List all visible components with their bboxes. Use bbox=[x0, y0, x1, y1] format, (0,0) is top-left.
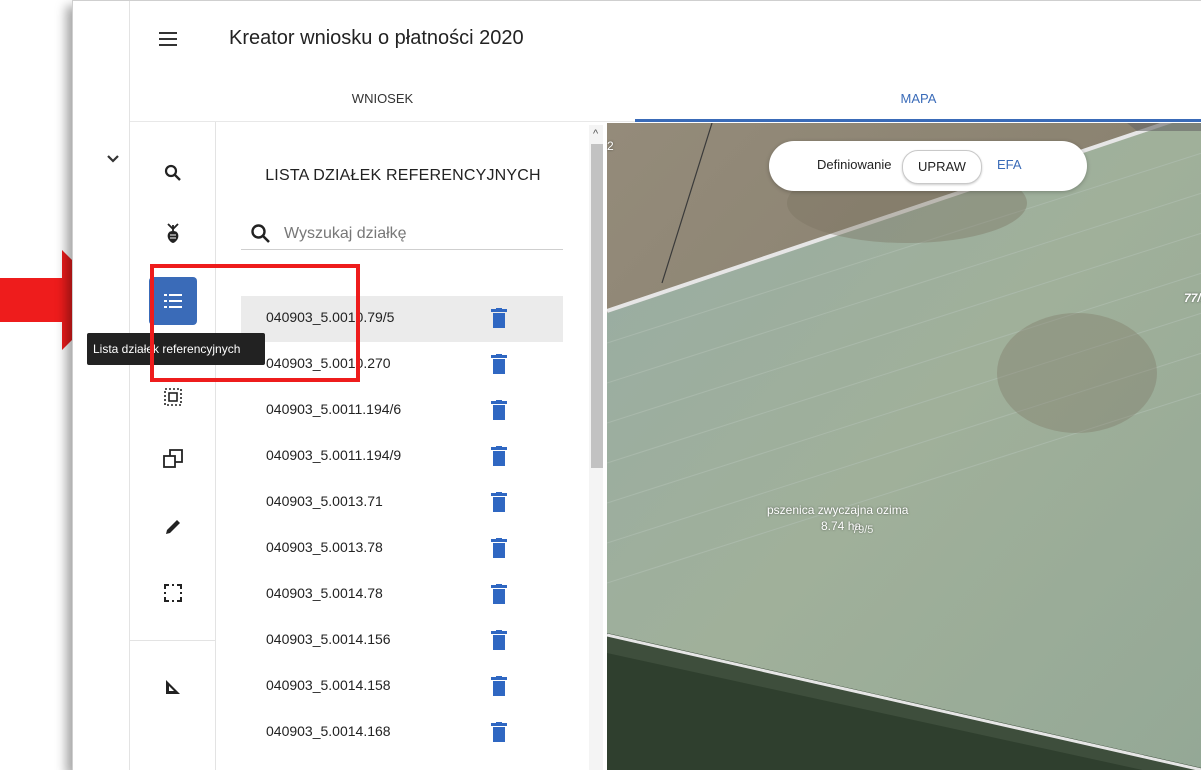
parcel-search-input[interactable] bbox=[282, 219, 556, 249]
trash-icon[interactable] bbox=[490, 676, 508, 696]
trash-icon[interactable] bbox=[490, 584, 508, 604]
app-title: Kreator wniosku o płatności 2020 bbox=[229, 27, 524, 49]
map-view[interactable]: Definiowanie UPRAW EFA 2 77/3 pszenica z… bbox=[607, 123, 1201, 770]
measure-icon bbox=[166, 680, 180, 694]
tool-crop-button[interactable] bbox=[150, 210, 196, 256]
tool-frame-button[interactable] bbox=[150, 570, 196, 616]
annotation-highlight-box bbox=[150, 264, 360, 382]
trash-icon[interactable] bbox=[490, 492, 508, 512]
tools-sidebar bbox=[130, 122, 216, 770]
trash-icon[interactable] bbox=[490, 354, 508, 374]
neighbor-parcel-label: 77/3 bbox=[1184, 291, 1201, 305]
crop-plant-icon bbox=[167, 223, 179, 243]
app-window: Kreator wniosku o płatności 2020 WNIOSEK… bbox=[72, 0, 1201, 770]
trash-icon[interactable] bbox=[490, 630, 508, 650]
parcel-crop-label: pszenica zwyczajna ozima bbox=[767, 503, 909, 517]
toggle-label: Definiowanie bbox=[817, 157, 892, 172]
list-panel-title: LISTA DZIAŁEK REFERENCYJNYCH bbox=[265, 167, 541, 184]
chevron-down-icon[interactable] bbox=[103, 149, 123, 169]
crop-efa-toggle: Definiowanie UPRAW EFA bbox=[769, 141, 1087, 191]
copy-icon bbox=[163, 449, 183, 468]
search-underline bbox=[241, 249, 563, 250]
pencil-icon bbox=[166, 520, 180, 534]
parcel-number-label: 79/5 bbox=[852, 524, 874, 536]
parcel-list-item[interactable]: 040903_5.0011.194/9 bbox=[241, 434, 563, 480]
toggle-upraw-option[interactable]: UPRAW bbox=[902, 150, 982, 184]
tab-mapa[interactable]: MAPA bbox=[635, 81, 1201, 121]
parcel-id-label: 040903_5.0014.158 bbox=[266, 677, 391, 693]
parcel-list-item[interactable]: 040903_5.0014.158 bbox=[241, 664, 563, 710]
parcel-list-item[interactable]: 040903_5.0014.168 bbox=[241, 710, 563, 756]
search-icon bbox=[164, 164, 181, 181]
parcel-list-item[interactable]: 040903_5.0011.194/6 bbox=[241, 388, 563, 434]
trash-icon[interactable] bbox=[490, 400, 508, 420]
tab-wniosek[interactable]: WNIOSEK bbox=[130, 81, 635, 121]
trash-icon[interactable] bbox=[490, 722, 508, 742]
menu-icon[interactable] bbox=[157, 29, 181, 49]
parcel-id-label: 040903_5.0013.71 bbox=[266, 493, 383, 509]
tools-separator bbox=[130, 640, 215, 641]
search-icon bbox=[251, 224, 270, 243]
parcel-id-label: 040903_5.0011.194/6 bbox=[266, 401, 402, 417]
trash-icon[interactable] bbox=[490, 538, 508, 558]
scroll-up-icon[interactable]: ^ bbox=[593, 128, 598, 140]
aerial-imagery bbox=[607, 123, 1201, 770]
parcel-list-item[interactable]: 040903_5.0014.78 bbox=[241, 572, 563, 618]
trash-icon[interactable] bbox=[490, 446, 508, 466]
tool-search-button[interactable] bbox=[150, 150, 196, 196]
parcel-id-label: 040903_5.0013.78 bbox=[266, 539, 383, 555]
selection-frame-icon bbox=[164, 584, 182, 602]
scrollbar-thumb[interactable] bbox=[591, 144, 603, 468]
active-tab-indicator bbox=[635, 119, 1201, 122]
parcel-list-item[interactable]: 040903_5.0014.156 bbox=[241, 618, 563, 664]
tool-copy-button[interactable] bbox=[150, 436, 196, 482]
parcel-id-label: 040903_5.0011.194/9 bbox=[266, 447, 402, 463]
select-area-icon bbox=[164, 388, 182, 406]
trash-icon[interactable] bbox=[490, 308, 508, 328]
map-edge-label: 2 bbox=[607, 139, 614, 153]
parcel-list-item[interactable]: 040903_5.0013.71 bbox=[241, 480, 563, 526]
tool-edit-button[interactable] bbox=[150, 504, 196, 550]
parcel-list-item[interactable]: 040903_5.0013.78 bbox=[241, 526, 563, 572]
tool-measure-button[interactable] bbox=[150, 664, 196, 710]
parcel-id-label: 040903_5.0014.156 bbox=[266, 631, 391, 647]
toggle-efa-option[interactable]: EFA bbox=[997, 157, 1022, 172]
parcel-id-label: 040903_5.0014.78 bbox=[266, 585, 383, 601]
outer-collapse-column bbox=[73, 1, 130, 770]
parcel-id-label: 040903_5.0014.168 bbox=[266, 723, 391, 739]
